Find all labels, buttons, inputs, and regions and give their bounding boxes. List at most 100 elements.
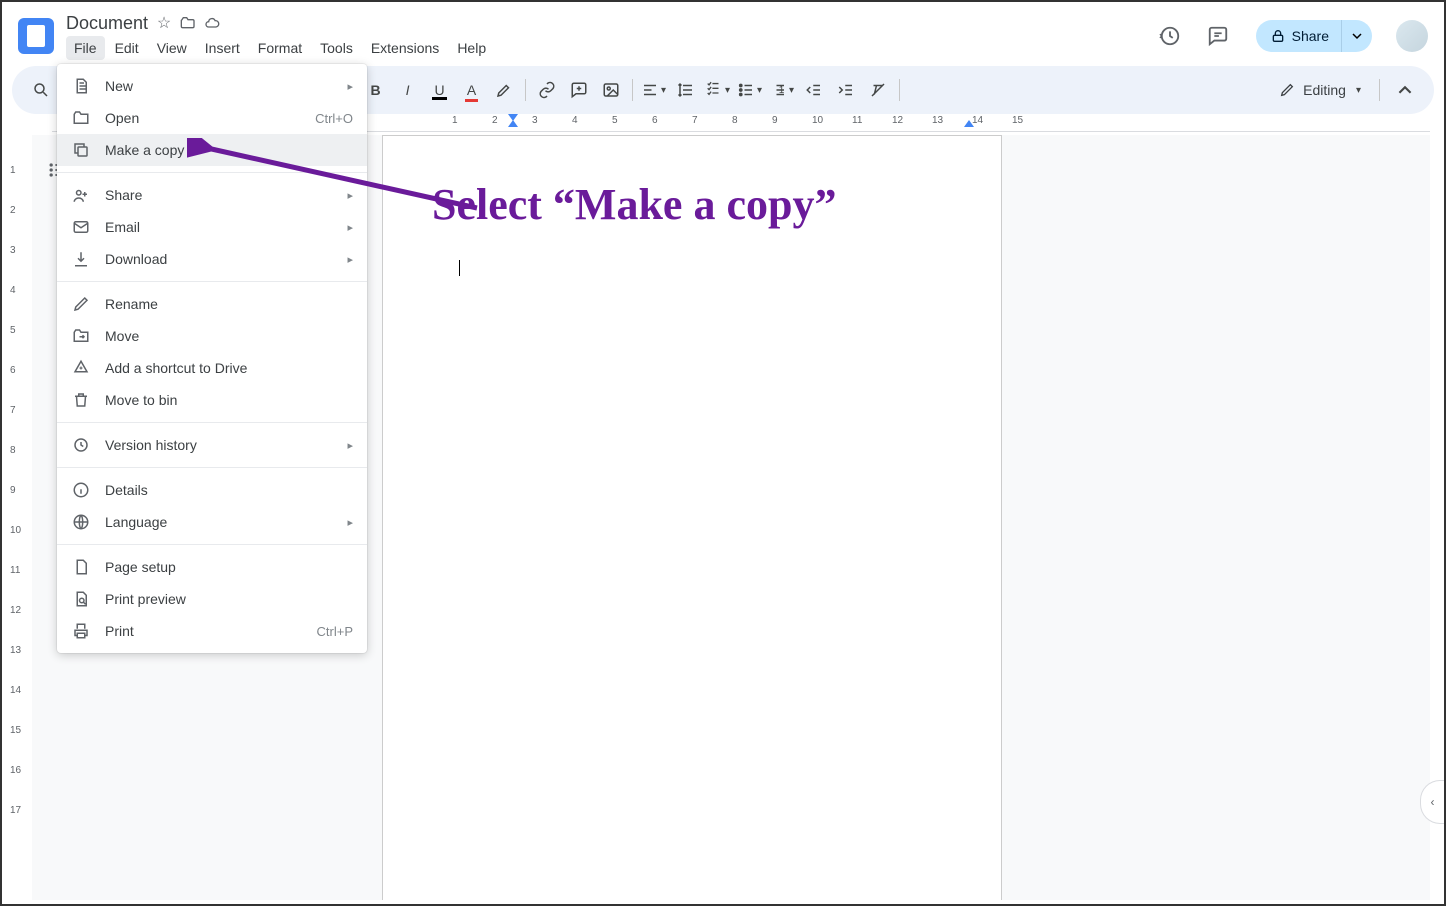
doc-title[interactable]: Document [66,13,148,34]
menu-label: Move [105,328,353,344]
move-icon [71,326,91,346]
menu-item-preview[interactable]: Print preview [57,583,367,615]
line-spacing-button[interactable] [671,75,701,105]
menu-item-page-setup[interactable]: Page setup [57,551,367,583]
menu-item-email[interactable]: Email ▸ [57,211,367,243]
numbered-list-button[interactable]: 1▾ [767,75,797,105]
star-icon[interactable]: ☆ [156,15,172,31]
menu-label: Open [105,110,301,126]
menu-label: Version history [105,437,333,453]
menu-label: Add a shortcut to Drive [105,360,353,376]
menu-insert[interactable]: Insert [197,36,248,60]
ruler-tick: 16 [10,765,21,776]
page[interactable] [382,135,1002,900]
collapse-toolbar-icon[interactable] [1390,75,1420,105]
clear-format-button[interactable] [863,75,893,105]
menu-label: Share [105,187,333,203]
menu-item-new[interactable]: New ▸ [57,70,367,102]
history-icon[interactable] [1152,18,1188,54]
ruler-tick: 9 [772,115,778,126]
ruler-tick: 1 [452,115,458,126]
ruler-tick: 3 [10,245,16,256]
menu-item-language[interactable]: Language ▸ [57,506,367,538]
editing-mode-select[interactable]: Editing ▾ [1271,78,1369,102]
cloud-saved-icon[interactable] [204,15,220,31]
ruler-tick: 5 [10,325,16,336]
ruler-tick: 7 [692,115,698,126]
menu-item-open[interactable]: Open Ctrl+O [57,102,367,134]
ruler-tick: 12 [892,115,903,126]
ruler-tick: 2 [10,205,16,216]
indent-increase-button[interactable] [831,75,861,105]
italic-button[interactable]: I [393,75,423,105]
ruler-tick: 10 [812,115,823,126]
ruler-vertical[interactable]: 1234567891011121314151617 [8,135,26,900]
submenu-arrow-icon: ▸ [347,80,353,93]
indent-decrease-button[interactable] [799,75,829,105]
text-color-button[interactable]: A [457,75,487,105]
docs-logo-icon[interactable] [18,18,54,54]
email-icon [71,217,91,237]
menu-item-details[interactable]: Details [57,474,367,506]
menu-item-share[interactable]: Share ▸ [57,179,367,211]
menu-format[interactable]: Format [250,36,310,60]
ruler-tick: 8 [10,445,16,456]
ruler-tick: 4 [572,115,578,126]
menu-label: Print [105,623,303,639]
ruler-tick: 8 [732,115,738,126]
menu-item-version[interactable]: Version history ▸ [57,429,367,461]
share-button[interactable]: Share [1256,20,1341,52]
menu-item-shortcut[interactable]: Add a shortcut to Drive [57,352,367,384]
bulleted-list-button[interactable]: ▾ [735,75,765,105]
globe-icon [71,512,91,532]
image-button[interactable] [596,75,626,105]
avatar[interactable] [1396,20,1428,52]
menu-item-rename[interactable]: Rename [57,288,367,320]
ruler-tick: 14 [10,685,21,696]
menu-item-make-a-copy[interactable]: Make a copy [57,134,367,166]
comments-icon[interactable] [1200,18,1236,54]
menu-edit[interactable]: Edit [107,36,147,60]
menu-label: Page setup [105,559,353,575]
menu-separator [57,422,367,423]
submenu-arrow-icon: ▸ [347,189,353,202]
share-dropdown[interactable] [1341,20,1372,52]
menu-label: New [105,78,333,94]
menu-item-bin[interactable]: Move to bin [57,384,367,416]
copy-icon [71,140,91,160]
ruler-tick: 4 [10,285,16,296]
menu-shortcut: Ctrl+O [315,111,353,126]
menu-item-move[interactable]: Move [57,320,367,352]
menu-view[interactable]: View [149,36,195,60]
menu-extensions[interactable]: Extensions [363,36,447,60]
left-indent-marker[interactable] [508,120,518,127]
download-icon [71,249,91,269]
menu-help[interactable]: Help [449,36,494,60]
highlight-button[interactable] [489,75,519,105]
ruler-tick: 2 [492,115,498,126]
move-to-drive-icon[interactable] [180,15,196,31]
menu-label: Email [105,219,333,235]
ruler-tick: 15 [10,725,21,736]
menu-separator [57,467,367,468]
chevron-down-icon: ▾ [1356,85,1361,96]
ruler-tick: 13 [932,115,943,126]
checklist-button[interactable]: ▾ [703,75,733,105]
menu-file[interactable]: File [66,36,105,60]
underline-button[interactable]: U [425,75,455,105]
align-button[interactable]: ▾ [639,75,669,105]
ruler-tick: 15 [1012,115,1023,126]
preview-icon [71,589,91,609]
ruler-tick: 1 [10,165,16,176]
comment-button[interactable] [564,75,594,105]
menu-item-print[interactable]: Print Ctrl+P [57,615,367,647]
history-icon [71,435,91,455]
menu-tools[interactable]: Tools [312,36,361,60]
search-icon[interactable] [26,75,56,105]
folder-icon [71,108,91,128]
ruler-tick: 5 [612,115,618,126]
menu-label: Details [105,482,353,498]
link-button[interactable] [532,75,562,105]
menu-item-download[interactable]: Download ▸ [57,243,367,275]
rename-icon [71,294,91,314]
